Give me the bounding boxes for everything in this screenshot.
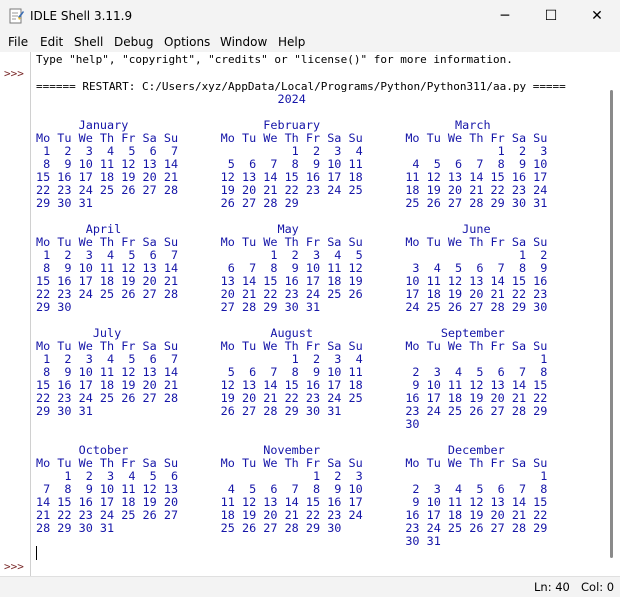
menu-bar: File Edit Shell Debug Options Window Hel… [0, 32, 620, 52]
menu-help[interactable]: Help [278, 34, 305, 50]
calendar-output: 2024 January February March Mo Tu We Th … [36, 92, 548, 548]
window-title: IDLE Shell 3.11.9 [30, 9, 133, 23]
menu-debug[interactable]: Debug [114, 34, 153, 50]
vertical-scrollbar[interactable] [603, 52, 620, 576]
status-bar: Ln: 40 Col: 0 [0, 576, 620, 597]
text-cursor [36, 546, 37, 560]
menu-shell[interactable]: Shell [74, 34, 103, 50]
idle-app-icon [9, 8, 24, 24]
close-button[interactable]: ✕ [574, 0, 620, 32]
column-indicator: Col: 0 [581, 580, 615, 594]
maximize-button[interactable]: ☐ [528, 0, 574, 32]
banner-line: Type "help", "copyright", "credits" or "… [36, 53, 513, 66]
menu-file[interactable]: File [8, 34, 28, 50]
menu-window[interactable]: Window [220, 34, 267, 50]
scrollbar-thumb[interactable] [610, 90, 613, 558]
title-bar: IDLE Shell 3.11.9 ─ ☐ ✕ [0, 0, 620, 32]
menu-options[interactable]: Options [164, 34, 210, 50]
minimize-button[interactable]: ─ [482, 0, 528, 32]
prompt-marker-top: >>> [4, 67, 24, 80]
shell-text-area[interactable]: Type "help", "copyright", "credits" or "… [31, 52, 603, 576]
prompt-gutter: >>> >>> [0, 52, 31, 576]
prompt-marker-bottom: >>> [4, 560, 24, 573]
line-indicator: Ln: 40 [534, 580, 570, 594]
menu-edit[interactable]: Edit [40, 34, 63, 50]
